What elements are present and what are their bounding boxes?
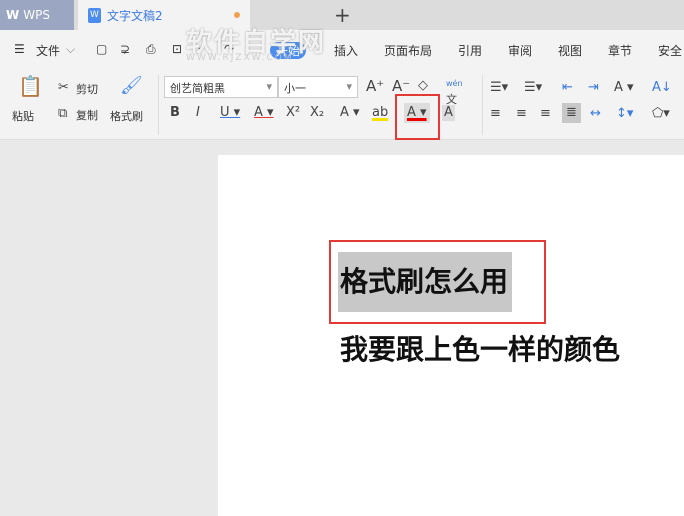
chevron-down-icon[interactable]: ⌵ bbox=[66, 42, 75, 57]
copy-button[interactable]: 复制 bbox=[76, 107, 98, 123]
format-painter-button[interactable]: 格式刷 bbox=[110, 108, 143, 124]
scissors-icon[interactable]: ✂ bbox=[58, 80, 69, 96]
align-left-icon[interactable]: ≡ bbox=[490, 106, 501, 122]
tab-layout[interactable]: 页面布局 bbox=[384, 42, 432, 59]
wps-logo-icon: W bbox=[6, 8, 20, 22]
document-tab-label: 文字文稿2 bbox=[107, 8, 163, 23]
export-icon[interactable]: ⊋ bbox=[120, 42, 130, 56]
strikethrough-icon[interactable]: A ▾ bbox=[254, 105, 274, 121]
numbered-list-icon[interactable]: ☰▾ bbox=[524, 80, 542, 96]
tab-section[interactable]: 章节 bbox=[608, 42, 632, 59]
divider bbox=[482, 75, 483, 135]
highlight-icon[interactable]: ab bbox=[372, 105, 388, 121]
font-size-value: 小一 bbox=[284, 82, 306, 95]
document-text[interactable]: 我要跟上色一样的颜色 bbox=[340, 328, 620, 368]
copy-icon[interactable]: ⧉ bbox=[58, 106, 67, 122]
distribute-icon[interactable]: ↔ bbox=[590, 106, 601, 122]
wps-home-tab[interactable]: W WPS bbox=[0, 0, 74, 30]
bullet-list-icon[interactable]: ☰▾ bbox=[490, 80, 508, 96]
menu-file[interactable]: 文件 bbox=[36, 42, 60, 59]
grow-font-icon[interactable]: A⁺ bbox=[366, 78, 384, 94]
decrease-indent-icon[interactable]: ⇤ bbox=[562, 80, 573, 96]
subscript-icon[interactable]: X₂ bbox=[310, 105, 324, 121]
sort-icon[interactable]: A↓ bbox=[652, 80, 672, 96]
char-scale-icon[interactable]: A ▾ bbox=[614, 80, 634, 96]
font-size-select[interactable]: 小一 ▾ bbox=[278, 76, 358, 98]
wps-label: WPS bbox=[23, 8, 50, 22]
highlight-box bbox=[329, 240, 546, 324]
document-icon: W bbox=[88, 7, 101, 23]
font-value: 创艺简粗黑 bbox=[170, 82, 225, 95]
print-icon[interactable]: ⎙ bbox=[146, 42, 156, 57]
tab-references[interactable]: 引用 bbox=[458, 42, 482, 59]
char-shading-icon[interactable]: A bbox=[442, 105, 455, 121]
clear-format-icon[interactable]: ◇ bbox=[418, 78, 428, 94]
tab-insert[interactable]: 插入 bbox=[334, 42, 358, 59]
tab-security[interactable]: 安全 bbox=[658, 42, 682, 59]
watermark-url: WWW.RJZXW.COM bbox=[186, 53, 294, 63]
tab-review[interactable]: 审阅 bbox=[508, 42, 532, 59]
hamburger-icon[interactable]: ☰ bbox=[14, 42, 25, 56]
save-icon[interactable]: ▢ bbox=[96, 42, 107, 56]
bold-icon[interactable]: B bbox=[170, 105, 180, 121]
paste-button[interactable]: 粘贴 bbox=[12, 108, 34, 124]
font-select[interactable]: 创艺简粗黑 ▾ bbox=[164, 76, 278, 98]
shading-icon[interactable]: ⬠▾ bbox=[652, 106, 670, 122]
italic-icon[interactable]: I bbox=[196, 105, 200, 121]
format-painter-icon[interactable]: 🖌 bbox=[120, 77, 143, 95]
line-spacing-icon[interactable]: ↕▾ bbox=[616, 106, 633, 122]
align-right-icon[interactable]: ≡ bbox=[540, 106, 551, 122]
underline-icon[interactable]: U ▾ bbox=[220, 105, 240, 121]
cut-button[interactable]: 剪切 bbox=[76, 81, 98, 97]
highlight-box bbox=[395, 94, 440, 140]
increase-indent-icon[interactable]: ⇥ bbox=[588, 80, 599, 96]
superscript-icon[interactable]: X² bbox=[286, 105, 300, 121]
justify-icon[interactable]: ≣ bbox=[562, 103, 581, 123]
tab-bar: W WPS W 文字文稿2 + bbox=[0, 0, 684, 30]
new-tab-button[interactable]: + bbox=[334, 3, 351, 27]
unsaved-dot-icon bbox=[234, 12, 240, 18]
paste-icon[interactable]: 📋 bbox=[18, 76, 43, 96]
shrink-font-icon[interactable]: A⁻ bbox=[392, 78, 410, 94]
tab-view[interactable]: 视图 bbox=[558, 42, 582, 59]
divider bbox=[158, 75, 159, 135]
align-center-icon[interactable]: ≡ bbox=[516, 106, 527, 122]
preview-icon[interactable]: ⊡ bbox=[172, 42, 182, 56]
text-effect-icon[interactable]: A ▾ bbox=[340, 105, 360, 121]
